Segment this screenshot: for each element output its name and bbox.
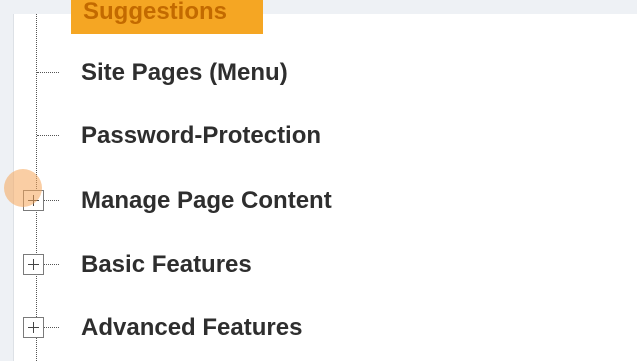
tree-connector <box>44 264 59 265</box>
tree-item-suggestions[interactable]: Suggestions <box>71 0 263 34</box>
tree-connector <box>37 135 59 136</box>
tree-item-label: Password-Protection <box>81 122 322 149</box>
tree-connector <box>44 327 59 328</box>
tree-connector <box>44 200 59 201</box>
navigation-tree-panel: Suggestions Site Pages (Menu) Password-P… <box>13 0 637 361</box>
tree-item-site-pages[interactable]: Site Pages (Menu) <box>14 56 574 90</box>
tree-connector <box>37 72 59 73</box>
tree-item-label: Basic Features <box>81 251 252 278</box>
tree-item-basic-features[interactable]: Basic Features <box>14 248 574 282</box>
tree-item-label: Site Pages (Menu) <box>81 59 288 86</box>
tree-item-label: Advanced Features <box>81 314 303 341</box>
tree-item-password-protection[interactable]: Password-Protection <box>14 119 574 153</box>
tree-item-manage-page-content[interactable]: Manage Page Content <box>14 184 574 218</box>
plus-box-icon[interactable] <box>23 317 44 338</box>
plus-box-icon[interactable] <box>23 254 44 275</box>
tree-item-advanced-features[interactable]: Advanced Features <box>14 311 574 345</box>
tree-item-suggestions-label: Suggestions <box>83 0 228 25</box>
cursor-marker <box>4 169 42 207</box>
tree-item-label: Manage Page Content <box>81 187 332 214</box>
